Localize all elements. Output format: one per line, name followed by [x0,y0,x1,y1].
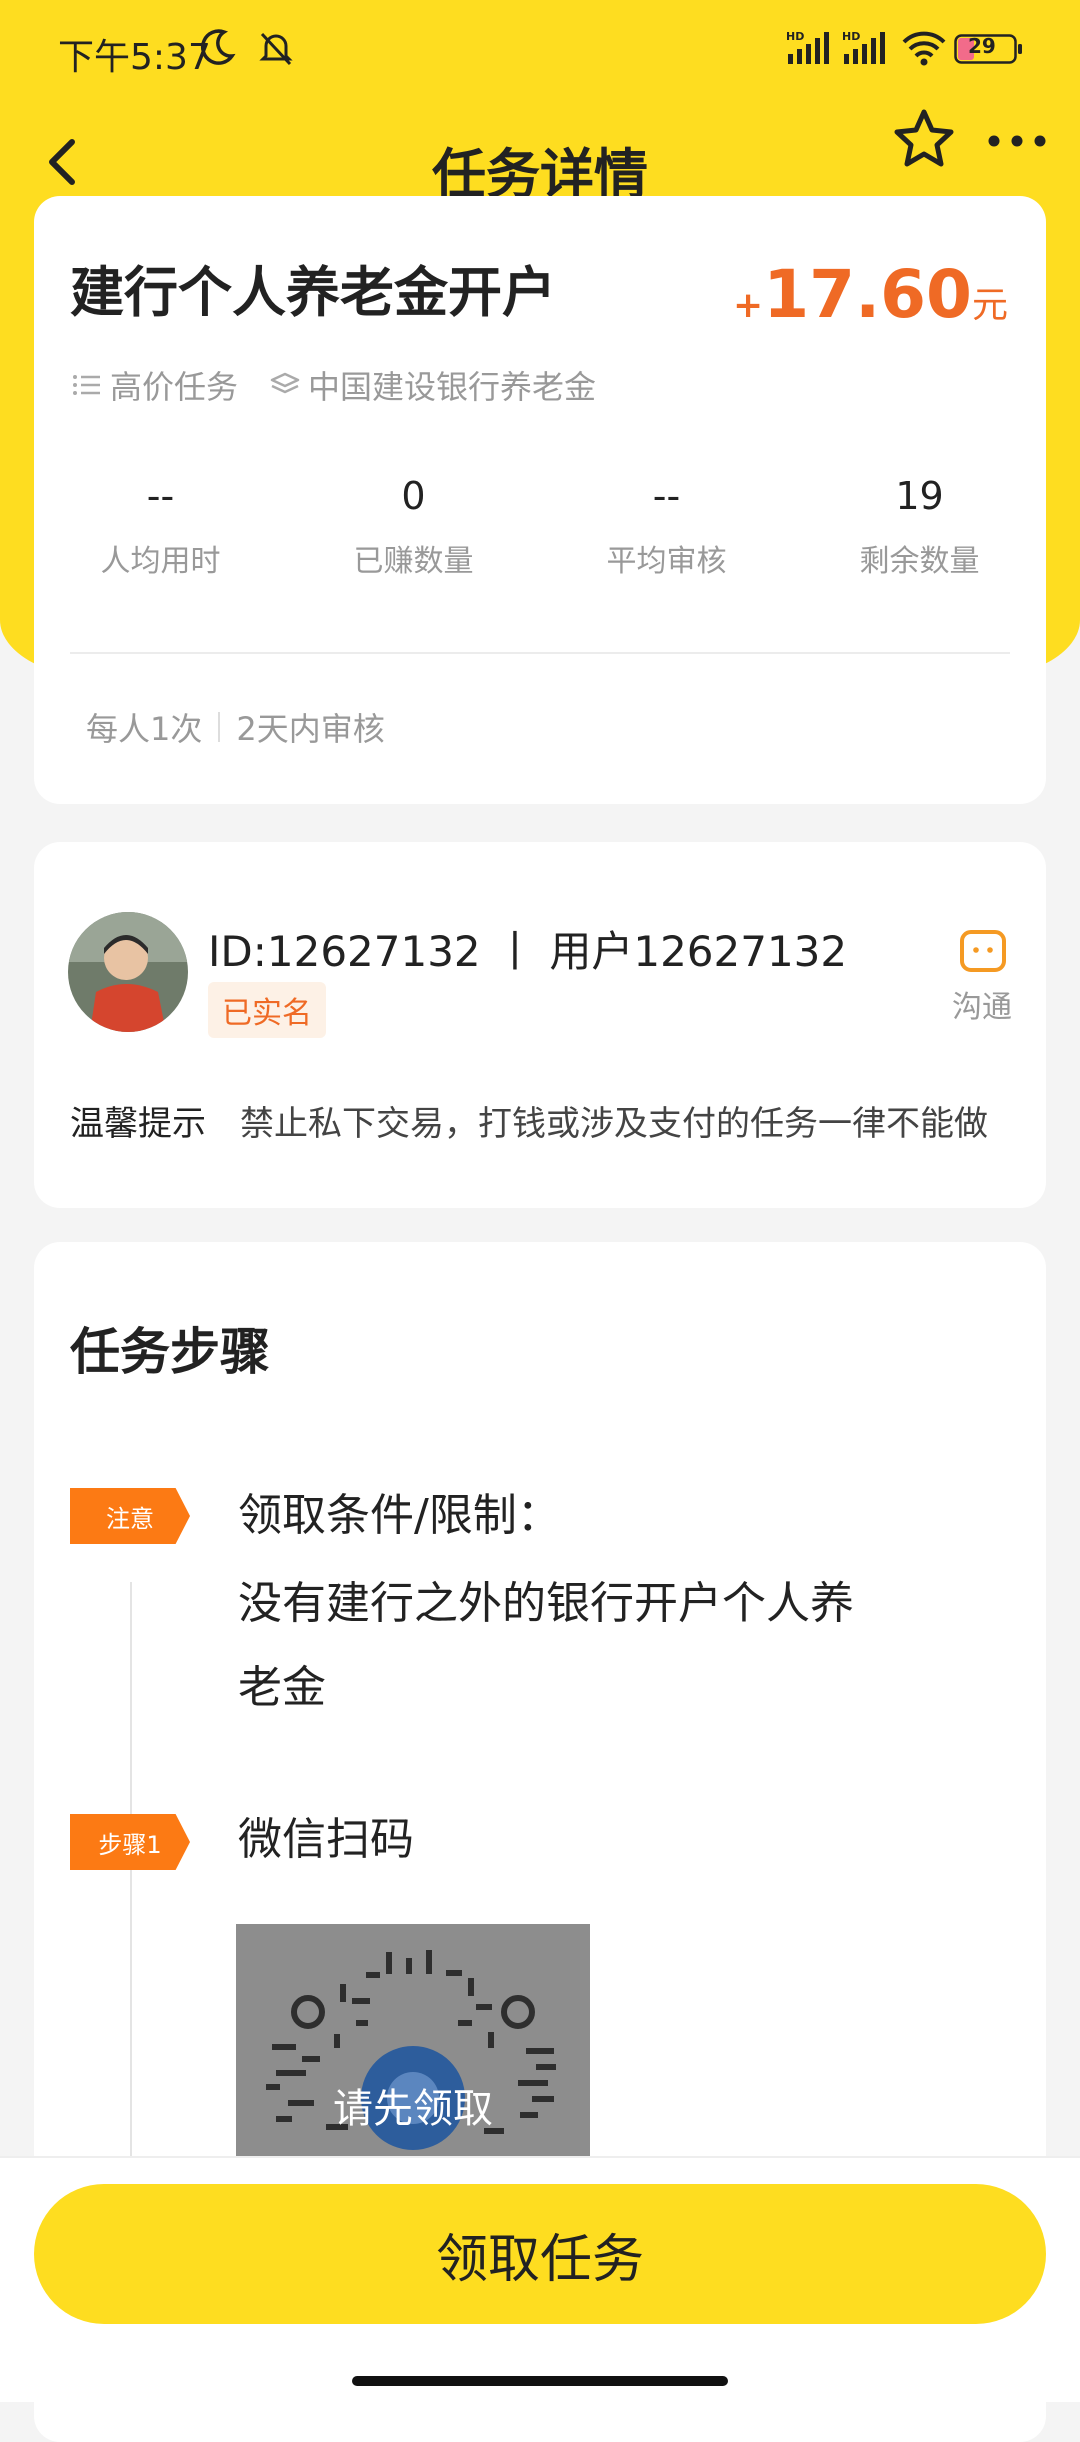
do-not-disturb-icon [201,29,236,65]
battery-level: 29 [968,34,996,58]
stat-label: 人均用时 [100,544,221,579]
tip-label: 温馨提示 [70,1104,206,1144]
step-line: 老金 [238,1662,326,1713]
stat-value: 19 [895,474,944,518]
verified-badge: 已实名 [208,982,326,1038]
task-reward: +17.60元 [733,256,1008,333]
list-icon [73,375,100,395]
steps-title: 任务步骤 [70,1323,270,1381]
qr-overlay-text: 请先领取 [333,2086,493,2132]
separator [218,712,221,742]
stat-label: 已赚数量 [353,544,474,579]
avatar[interactable] [68,912,188,1032]
layers-icon [270,372,300,394]
stat-value: 0 [401,474,426,518]
task-stats: -- 人均用时 0 已赚数量 -- 平均审核 19 剩余数量 [34,474,1046,614]
mute-icon [259,32,293,66]
take-task-button[interactable]: 领取任务 [34,2184,1046,2324]
stat-value: -- [146,474,175,518]
limit-per-person: 每人1次 [86,710,203,748]
step-badge-1: 步骤1 [70,1814,190,1870]
stat-label: 平均审核 [606,544,727,579]
publisher-id: ID:12627132 丨 用户12627132 [208,927,848,976]
svg-text:HD: HD [786,30,804,43]
status-time: 下午5:37 [58,37,211,78]
publisher-card: ID:12627132 丨 用户12627132 已实名 沟通 温馨提示 禁止私… [34,842,1046,1208]
tag-label: 高价任务 [110,368,239,406]
signal-icon: HD [842,30,885,64]
stat-earned: 0 已赚数量 [287,474,540,614]
stat-label: 剩余数量 [859,544,980,579]
step-line: 没有建行之外的银行开户个人养 [238,1578,854,1629]
status-bar: 下午5:37 HD HD 29 [0,0,1080,100]
battery-icon: 29 [954,34,1024,64]
favorite-star-icon[interactable] [884,100,964,180]
stat-value: -- [652,474,681,518]
chat-button-label[interactable]: 沟通 [952,982,1012,1026]
task-tags: 高价任务 中国建设银行养老金 [70,362,596,408]
stat-avg-time: -- 人均用时 [34,474,287,614]
stat-remaining: 19 剩余数量 [793,474,1046,614]
home-indicator[interactable] [352,2376,728,2386]
wifi-icon [902,31,946,66]
reward-plus-sign: + [733,285,764,326]
stat-avg-review: -- 平均审核 [540,474,793,614]
task-summary-card: 建行个人养老金开户 +17.60元 高价任务 中国建设银行养老金 -- 人均用时… [34,196,1046,804]
step-text: 微信扫码 [238,1798,414,1882]
signal-icon: HD [786,30,829,64]
divider [70,652,1010,654]
reward-amount: 17.60 [763,256,972,333]
step-line: 领取条件/限制： [238,1490,561,1541]
step-text: 领取条件/限制： 没有建行之外的银行开户个人养 老金 [238,1474,854,1730]
step-line: 微信扫码 [238,1814,414,1865]
svg-text:HD: HD [842,30,860,43]
tag-label: 中国建设银行养老金 [308,368,597,406]
more-options-icon[interactable] [982,116,1052,166]
qr-code-image[interactable]: 请先领取 [236,1924,590,2164]
bottom-action-bar: 领取任务 [0,2156,1080,2402]
step-badge-notice: 注意 [70,1488,190,1544]
task-title: 建行个人养老金开户 [70,261,556,324]
warm-tip: 温馨提示 禁止私下交易，打钱或涉及支付的任务一律不能做 [70,1096,988,1145]
chat-icon[interactable] [958,928,1008,978]
limit-review-time: 2天内审核 [236,710,385,748]
tip-text: 禁止私下交易，打钱或涉及支付的任务一律不能做 [240,1104,988,1144]
task-limits: 每人1次 2天内审核 [86,704,385,750]
reward-unit: 元 [971,285,1008,326]
